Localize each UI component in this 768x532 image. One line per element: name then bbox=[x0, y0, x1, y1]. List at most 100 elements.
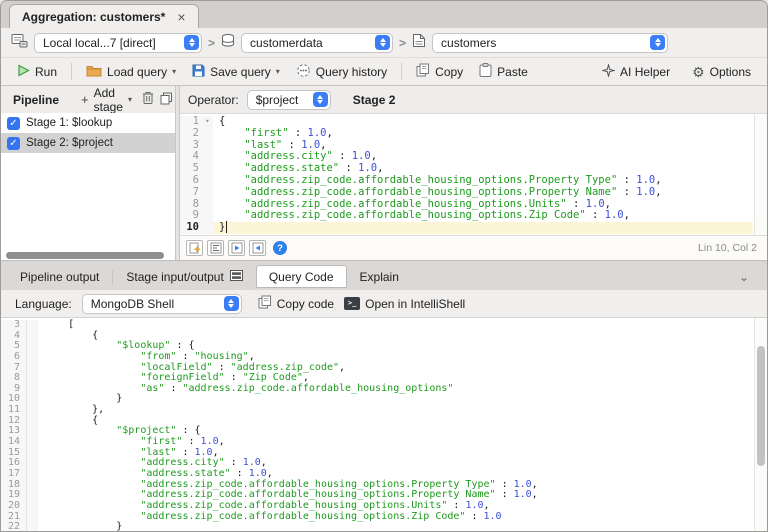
code-line[interactable]: 11 }, bbox=[1, 405, 753, 416]
toolbar-separator bbox=[401, 63, 402, 80]
code-line[interactable]: 10 } bbox=[1, 394, 753, 405]
line-number[interactable]: 6 bbox=[180, 175, 202, 187]
language-select[interactable]: MongoDB Shell bbox=[82, 294, 242, 314]
fold-gutter bbox=[27, 331, 38, 342]
breadcrumb-separator: > bbox=[399, 36, 406, 50]
query-history-label: Query history bbox=[316, 65, 387, 79]
tab-label: Query Code bbox=[269, 270, 334, 284]
query-code-editor[interactable]: 3 [4 {5 "$lookup" : {6 "from" : "housing… bbox=[1, 318, 767, 532]
fold-gutter bbox=[202, 140, 213, 152]
stage-editor-panel: Operator: $project Stage 2 1▾{2 "first" … bbox=[180, 86, 767, 260]
run-label: Run bbox=[35, 65, 57, 79]
tab-query-code[interactable]: Query Code bbox=[256, 265, 347, 288]
stage-row-2[interactable]: ✓ Stage 2: $project bbox=[1, 133, 175, 153]
open-intellishell-button[interactable]: >_ Open in IntelliShell bbox=[344, 297, 465, 311]
indent-left-icon[interactable] bbox=[249, 240, 266, 256]
save-query-label: Save query bbox=[210, 65, 271, 79]
code-line[interactable]: 22 } bbox=[1, 522, 753, 532]
language-label: Language: bbox=[15, 297, 72, 311]
caret-down-icon: ▾ bbox=[128, 95, 132, 104]
help-icon[interactable]: ? bbox=[273, 241, 287, 255]
indent-right-icon[interactable] bbox=[228, 240, 245, 256]
collection-select-value: customers bbox=[441, 36, 496, 50]
add-stage-button[interactable]: + Add stage ▾ bbox=[79, 84, 134, 116]
options-button[interactable]: ⚙ Options bbox=[686, 62, 757, 82]
fold-gutter bbox=[202, 175, 213, 187]
query-history-button[interactable]: Query history bbox=[290, 60, 393, 84]
chevron-down-icon[interactable]: ⌄ bbox=[739, 270, 749, 284]
format-code-icon[interactable] bbox=[207, 240, 224, 256]
vertical-scrollbar[interactable] bbox=[754, 318, 767, 532]
fold-gutter bbox=[202, 199, 213, 211]
paste-button[interactable]: Paste bbox=[473, 60, 534, 83]
load-query-label: Load query bbox=[107, 65, 167, 79]
line-number[interactable]: 17 bbox=[1, 469, 27, 480]
toolbar-right-group: AI Helper ⚙ Options bbox=[596, 61, 757, 83]
stage-checkbox-icon[interactable]: ✓ bbox=[7, 137, 20, 150]
database-select-value: customerdata bbox=[250, 36, 323, 50]
vertical-scrollbar[interactable] bbox=[754, 114, 767, 235]
fold-arrow-icon[interactable]: ▾ bbox=[202, 116, 213, 128]
copy-icon bbox=[416, 63, 430, 80]
tab-explain[interactable]: Explain bbox=[347, 265, 412, 288]
tab-stage-input-output[interactable]: Stage input/output bbox=[113, 265, 255, 288]
tab-pipeline-output[interactable]: Pipeline output bbox=[7, 265, 112, 288]
options-label: Options bbox=[710, 65, 751, 79]
tab-label: Pipeline output bbox=[20, 270, 99, 284]
stage-code-editor[interactable]: 1▾{2 "first" : 1.0,3 "last" : 1.0,4 "add… bbox=[180, 113, 767, 235]
line-number[interactable]: 6 bbox=[1, 352, 27, 363]
output-tab-bar: Pipeline output Stage input/output Query… bbox=[1, 263, 767, 290]
fold-gutter bbox=[27, 363, 38, 374]
vertical-scrollbar-thumb[interactable] bbox=[757, 346, 765, 466]
stepper-icon bbox=[650, 35, 665, 50]
run-button[interactable]: Run bbox=[11, 61, 63, 83]
stepper-icon bbox=[184, 35, 199, 50]
code-text: [ bbox=[38, 320, 753, 331]
tab-aggregation-customers[interactable]: Aggregation: customers* × bbox=[9, 4, 199, 28]
fold-gutter bbox=[202, 187, 213, 199]
query-toolbar: Run Load query ▾ Save query ▾ Query hist… bbox=[1, 58, 767, 86]
connection-select[interactable]: Local local...7 [direct] bbox=[34, 33, 202, 53]
load-query-button[interactable]: Load query ▾ bbox=[80, 61, 182, 83]
tab-label: Explain bbox=[360, 270, 399, 284]
plus-icon: + bbox=[81, 92, 89, 107]
operator-select[interactable]: $project bbox=[247, 90, 331, 110]
horizontal-scrollbar[interactable] bbox=[1, 250, 175, 260]
copy-button[interactable]: Copy bbox=[410, 60, 469, 83]
close-icon[interactable]: × bbox=[177, 10, 185, 24]
fold-gutter bbox=[202, 222, 213, 234]
code-line[interactable]: 3 [ bbox=[1, 320, 753, 331]
copy-label: Copy bbox=[435, 65, 463, 79]
fold-gutter bbox=[27, 437, 38, 448]
validate-icon[interactable] bbox=[186, 240, 203, 256]
save-query-button[interactable]: Save query ▾ bbox=[186, 61, 286, 83]
code-line[interactable]: 10} bbox=[180, 222, 753, 234]
connection-icon bbox=[11, 33, 28, 53]
database-select[interactable]: customerdata bbox=[241, 33, 393, 53]
collection-icon bbox=[412, 33, 426, 53]
line-number[interactable]: 22 bbox=[1, 522, 27, 532]
gear-icon: ⚙ bbox=[692, 65, 705, 79]
copy-code-button[interactable]: Copy code bbox=[258, 295, 334, 312]
save-icon bbox=[192, 64, 205, 80]
duplicate-stage-icon[interactable] bbox=[160, 92, 173, 108]
line-number[interactable]: 2 bbox=[180, 128, 202, 140]
ai-helper-button[interactable]: AI Helper bbox=[596, 61, 676, 83]
fold-gutter bbox=[27, 448, 38, 459]
horizontal-scrollbar-thumb[interactable] bbox=[6, 252, 164, 259]
stage-label: Stage 2: $project bbox=[26, 137, 113, 149]
fold-gutter bbox=[27, 490, 38, 501]
line-number[interactable]: 20 bbox=[1, 501, 27, 512]
pipeline-panel: Pipeline + Add stage ▾ ✓ Stage 1: $looku… bbox=[1, 86, 176, 260]
collection-select[interactable]: customers bbox=[432, 33, 668, 53]
document-tab-bar: Aggregation: customers* × bbox=[1, 1, 767, 28]
paste-icon bbox=[479, 63, 492, 80]
code-line[interactable]: 9 "address.zip_code.affordable_housing_o… bbox=[180, 210, 753, 222]
line-number[interactable]: 10 bbox=[180, 222, 202, 234]
delete-stage-icon[interactable] bbox=[142, 91, 154, 108]
open-intellishell-label: Open in IntelliShell bbox=[365, 297, 465, 311]
stage-row-1[interactable]: ✓ Stage 1: $lookup bbox=[1, 113, 175, 133]
paste-label: Paste bbox=[497, 65, 528, 79]
line-number[interactable]: 7 bbox=[180, 187, 202, 199]
stage-checkbox-icon[interactable]: ✓ bbox=[7, 117, 20, 130]
